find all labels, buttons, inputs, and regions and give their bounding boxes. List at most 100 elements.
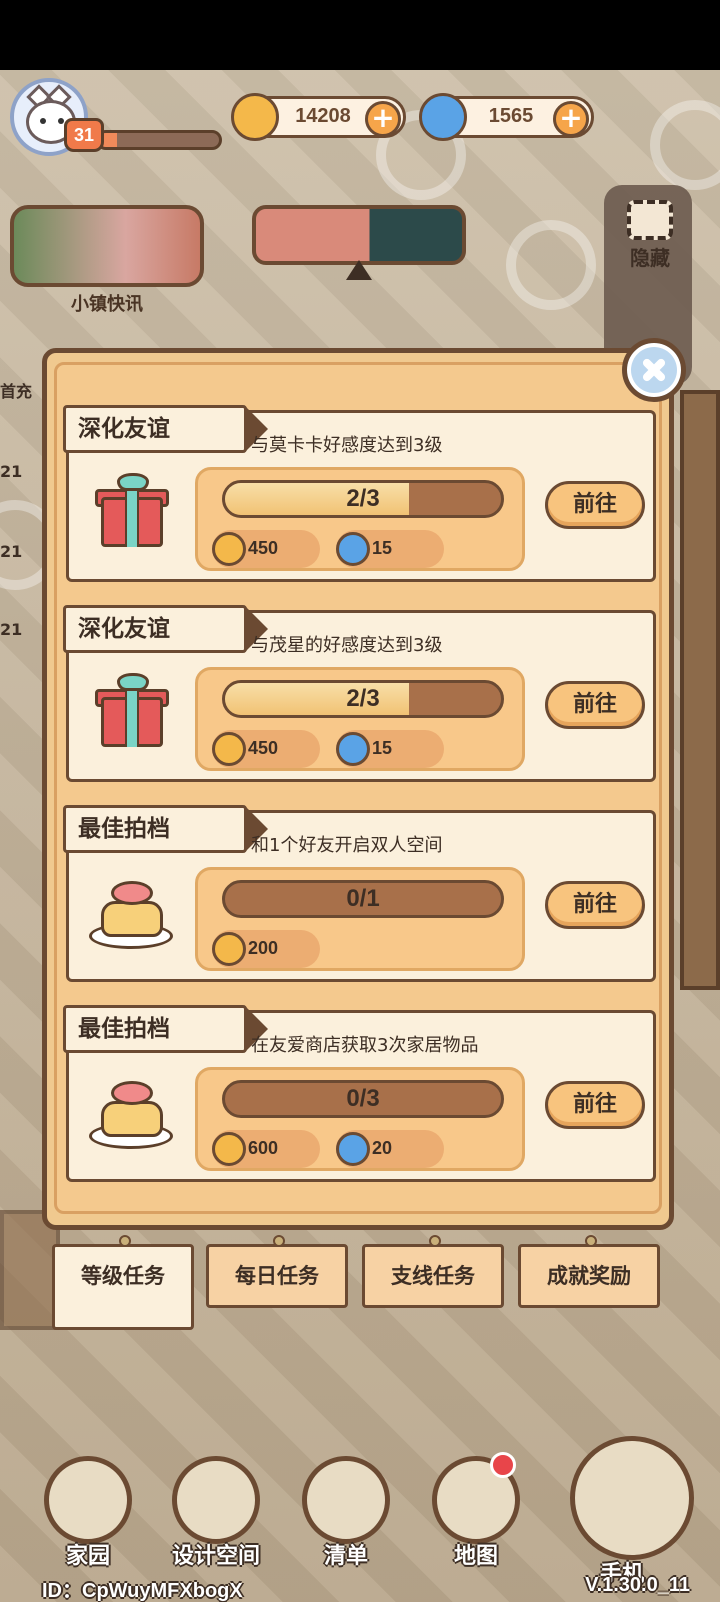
go-button[interactable]: 前往 — [545, 1081, 645, 1129]
task-progress-bar: 2/3 — [222, 680, 504, 718]
gem-value: 1565 — [488, 105, 534, 127]
nav-label: 地图 — [453, 1544, 498, 1569]
nav-label: 家园 — [65, 1544, 110, 1569]
left-stub-label: 21 — [0, 620, 23, 639]
reward-item: 15 — [336, 530, 444, 568]
town-news-label: 小镇快讯 — [71, 294, 143, 315]
progress-text: 0/1 — [346, 885, 380, 912]
task-card: 深化友谊 与莫卡卡好感度达到3级 2/3 450 15 前往 — [63, 405, 656, 582]
list-quill-icon — [302, 1456, 390, 1544]
tab-achievement-rewards[interactable]: 成就奖励 — [518, 1235, 660, 1308]
tab-daily-tasks[interactable]: 每日任务 — [206, 1235, 348, 1308]
coin-value: 14208 — [295, 105, 351, 127]
town-news-card[interactable] — [10, 205, 204, 287]
day-night-indicator — [252, 205, 466, 265]
go-button[interactable]: 前往 — [545, 481, 645, 529]
left-stub-label: 21 — [0, 542, 23, 561]
reward-value: 20 — [372, 1138, 393, 1158]
reward-value: 15 — [372, 538, 393, 558]
progress-box: 0/3 600 20 — [195, 1067, 525, 1171]
reward-item: 450 — [212, 530, 320, 568]
reward-value: 200 — [248, 938, 279, 958]
reward-value: 600 — [248, 1138, 279, 1158]
progress-text: 2/3 — [346, 485, 380, 512]
time-pointer-icon — [346, 260, 372, 280]
reward-item: 600 — [212, 1130, 320, 1168]
version-label: V.1.30.0_11 — [585, 1574, 690, 1596]
tab-side-tasks[interactable]: 支线任务 — [362, 1235, 504, 1308]
task-progress-bar: 2/3 — [222, 480, 504, 518]
task-card: 深化友谊 与茂星的好感度达到3级 2/3 450 15 前往 — [63, 605, 656, 782]
swirl-gem-icon — [336, 532, 370, 566]
gem-counter: 1565 + — [419, 93, 594, 141]
reward-item: 20 — [336, 1130, 444, 1168]
add-coins-button[interactable]: + — [365, 101, 401, 137]
cake-icon — [89, 871, 173, 951]
swirl-gem-icon — [336, 1132, 370, 1166]
progress-box: 2/3 450 15 — [195, 667, 525, 771]
left-stub-label: 21 — [0, 462, 23, 481]
task-description: 和1个好友开启双人空间 — [251, 835, 443, 856]
coin-counter: 14208 + — [231, 93, 406, 141]
nav-list[interactable]: 清单 — [296, 1456, 396, 1576]
reward-item: 200 — [212, 930, 320, 968]
tab-label: 等级任务 — [81, 1264, 165, 1288]
task-description: 在友爱商店获取3次家居物品 — [251, 1035, 479, 1056]
reward-item: 450 — [212, 730, 320, 768]
design-ruler-icon — [172, 1456, 260, 1544]
level-badge: 31 — [64, 118, 104, 152]
reward-item: 15 — [336, 730, 444, 768]
nav-label: 清单 — [323, 1544, 368, 1569]
nav-design-space[interactable]: 设计空间 — [166, 1456, 266, 1576]
coin-icon — [212, 932, 246, 966]
task-tag: 深化友谊 — [63, 405, 268, 453]
nav-home[interactable]: 家园 — [38, 1456, 138, 1576]
progress-box: 2/3 450 15 — [195, 467, 525, 571]
go-button[interactable]: 前往 — [545, 681, 645, 729]
notification-dot — [490, 1452, 516, 1478]
phone-icon — [570, 1436, 694, 1560]
hide-ui-label: 隐藏 — [630, 246, 670, 270]
close-button[interactable] — [622, 338, 686, 402]
tab-label: 成就奖励 — [547, 1264, 631, 1288]
task-tag: 深化友谊 — [63, 605, 268, 653]
status-bar — [0, 0, 720, 70]
swirl-gem-icon — [336, 732, 370, 766]
tab-label: 支线任务 — [391, 1264, 475, 1288]
task-tag: 最佳拍档 — [63, 805, 268, 853]
level-progress-bar — [96, 130, 222, 150]
tab-label: 每日任务 — [235, 1264, 319, 1288]
coin-icon — [212, 532, 246, 566]
go-button[interactable]: 前往 — [545, 881, 645, 929]
coin-icon — [231, 93, 279, 141]
gift-icon — [93, 471, 173, 551]
task-description: 与茂星的好感度达到3级 — [251, 635, 443, 656]
task-description: 与莫卡卡好感度达到3级 — [251, 435, 443, 456]
nav-phone[interactable]: 手机 — [570, 1436, 694, 1587]
nav-label: 设计空间 — [171, 1544, 260, 1569]
progress-text: 2/3 — [346, 685, 380, 712]
nav-map[interactable]: 地图 — [426, 1452, 526, 1576]
home-icon — [44, 1456, 132, 1544]
gift-icon — [93, 671, 173, 751]
task-card: 最佳拍档 在友爱商店获取3次家居物品 0/3 600 20 前往 — [63, 1005, 656, 1182]
add-gems-button[interactable]: + — [553, 101, 589, 137]
coin-icon — [212, 732, 246, 766]
task-progress-bar: 0/1 — [222, 880, 504, 918]
hide-ui-button[interactable]: 隐藏 — [618, 200, 682, 270]
swirl-gem-icon — [419, 93, 467, 141]
tab-level-tasks[interactable]: 等级任务 — [52, 1235, 194, 1330]
player-id: ID：CpWuyMFXbogX — [42, 1580, 243, 1602]
first-charge-label[interactable]: 首充 — [0, 378, 46, 402]
progress-box: 0/1 200 — [195, 867, 525, 971]
cake-icon — [89, 1071, 173, 1151]
task-progress-bar: 0/3 — [222, 1080, 504, 1118]
progress-text: 0/3 — [346, 1085, 380, 1112]
task-tag: 最佳拍档 — [63, 1005, 268, 1053]
reward-value: 15 — [372, 738, 393, 758]
task-card: 最佳拍档 和1个好友开启双人空间 0/1 200 前往 — [63, 805, 656, 982]
reward-value: 450 — [248, 538, 279, 558]
fullscreen-icon — [627, 200, 673, 240]
reward-value: 450 — [248, 738, 279, 758]
coin-icon — [212, 1132, 246, 1166]
